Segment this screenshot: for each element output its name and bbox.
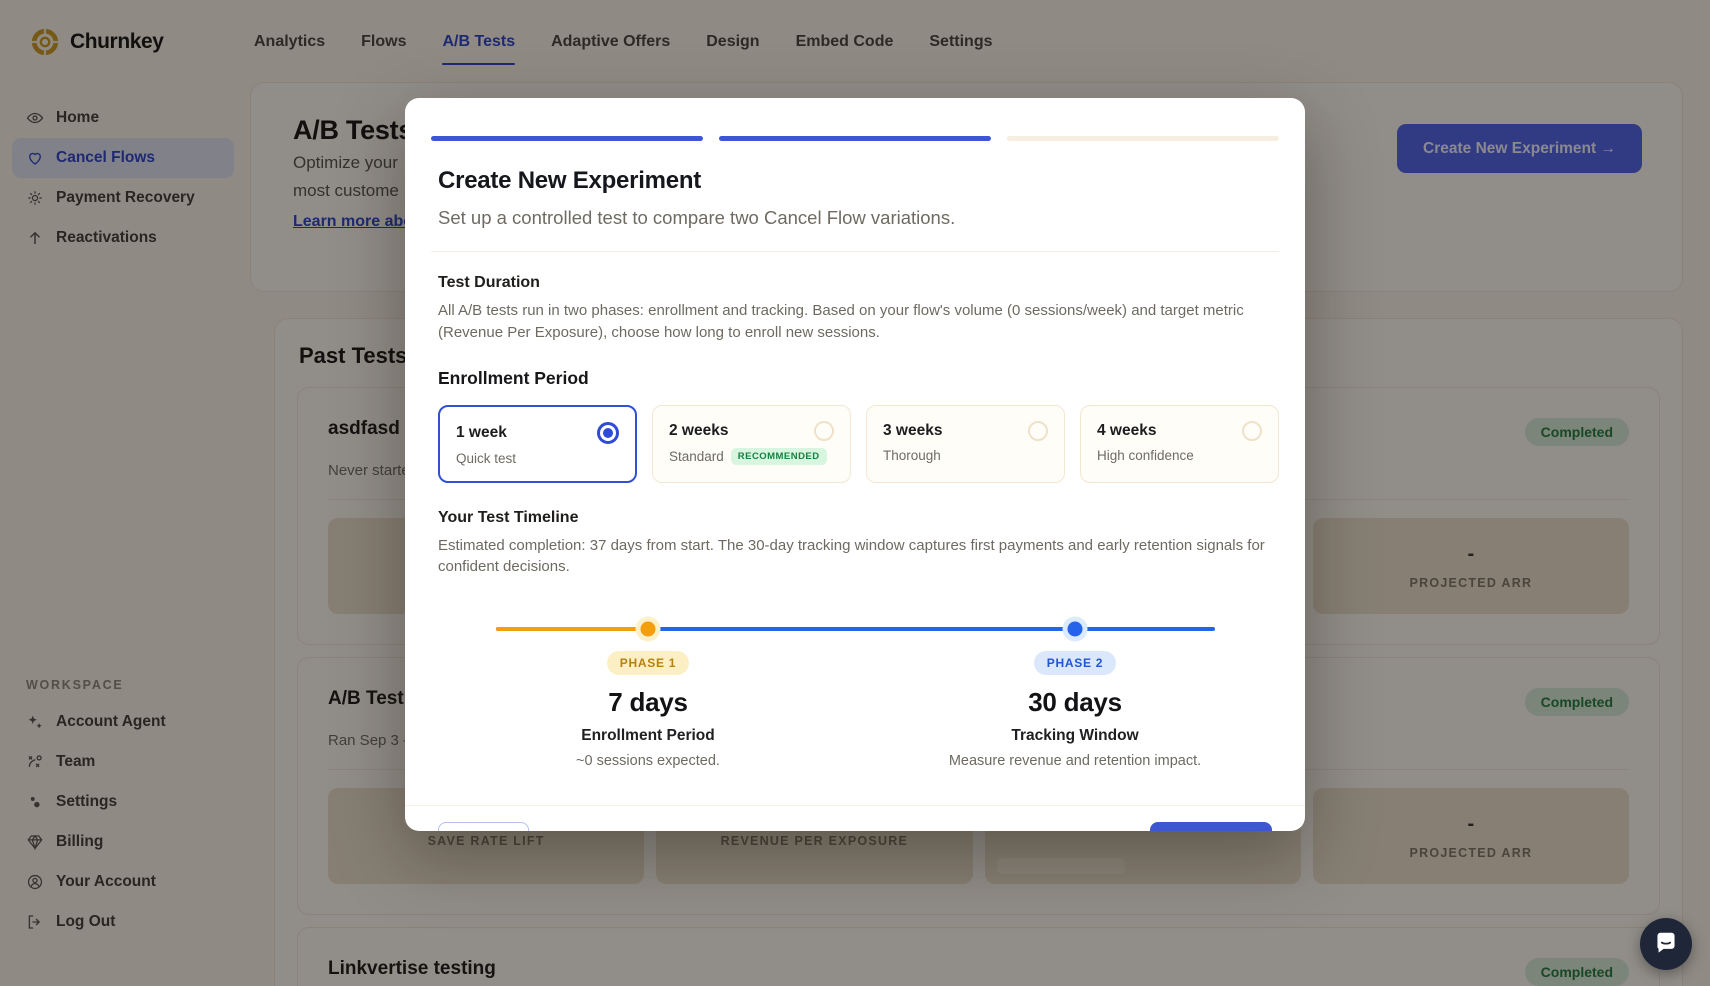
- phase-2-column: PHASE 2 30 days Tracking Window Measure rev…: [895, 651, 1255, 769]
- continue-button[interactable]: Continue →: [1150, 822, 1272, 831]
- enrollment-options: 1 week Quick test 2 weeks StandardRECOMMEND…: [438, 405, 1279, 483]
- modal-header: Create New Experiment Set up a controlle…: [405, 98, 1305, 252]
- phase-subtitle: ~0 sessions expected.: [468, 753, 828, 769]
- back-button[interactable]: ← Back: [438, 822, 529, 831]
- phase-1-column: PHASE 1 7 days Enrollment Period ~0 session…: [468, 651, 828, 769]
- option-header-row: 4 weeks: [1097, 421, 1262, 441]
- modal-body: Test Duration All A/B tests run in two p…: [405, 252, 1305, 805]
- progress-segment-3: [1007, 136, 1279, 141]
- phase-subtitle: Measure revenue and retention impact.: [895, 753, 1255, 769]
- option-header-row: 3 weeks: [883, 421, 1048, 441]
- radio-unselected-icon[interactable]: [1028, 421, 1048, 441]
- option-header-row: 2 weeks: [669, 421, 834, 441]
- progress-segment-2: [719, 136, 991, 141]
- test-duration-description: All A/B tests run in two phases: enrollm…: [438, 300, 1279, 344]
- timeline-line-enrollment-segment: [496, 627, 648, 631]
- radio-unselected-icon[interactable]: [1242, 421, 1262, 441]
- option-label: 2 weeks: [669, 422, 728, 440]
- timeline-dot-phase-2: [1068, 622, 1083, 637]
- phase-duration: 7 days: [468, 687, 828, 718]
- timeline-graphic: PHASE 1 7 days Enrollment Period ~0 session…: [438, 619, 1279, 805]
- phase-badge: PHASE 1: [607, 651, 689, 675]
- phase-badge: PHASE 2: [1034, 651, 1116, 675]
- option-label: 4 weeks: [1097, 422, 1156, 440]
- modal-subtitle: Set up a controlled test to compare two …: [431, 207, 1279, 229]
- option-sublabel: High confidence: [1097, 448, 1262, 463]
- recommended-badge: RECOMMENDED: [731, 448, 827, 465]
- test-duration-heading: Test Duration: [438, 274, 1279, 292]
- timeline-description: Estimated completion: 37 days from start…: [438, 535, 1279, 578]
- radio-unselected-icon[interactable]: [814, 421, 834, 441]
- enrollment-option-1-week[interactable]: 1 week Quick test: [438, 405, 637, 483]
- option-header-row: 1 week: [456, 422, 619, 444]
- progress-segment-1: [431, 136, 703, 141]
- timeline-dot-phase-1: [641, 622, 656, 637]
- modal-footer: ← Back Continue →: [405, 805, 1305, 831]
- enrollment-option-2-weeks[interactable]: 2 weeks StandardRECOMMENDED: [652, 405, 851, 483]
- timeline-heading: Your Test Timeline: [438, 509, 1279, 527]
- phase-title: Tracking Window: [895, 727, 1255, 745]
- radio-selected-icon[interactable]: [597, 422, 619, 444]
- option-label: 1 week: [456, 424, 507, 442]
- wizard-progress: [431, 136, 1279, 141]
- chat-launcher-button[interactable]: [1640, 918, 1692, 970]
- create-experiment-modal: Create New Experiment Set up a controlle…: [405, 98, 1305, 831]
- enrollment-option-3-weeks[interactable]: 3 weeks Thorough: [866, 405, 1065, 483]
- option-sublabel: Quick test: [456, 451, 619, 466]
- enrollment-option-4-weeks[interactable]: 4 weeks High confidence: [1080, 405, 1279, 483]
- enrollment-period-heading: Enrollment Period: [438, 368, 1279, 389]
- option-sublabel: Thorough: [883, 448, 1048, 463]
- phase-duration: 30 days: [895, 687, 1255, 718]
- option-label: 3 weeks: [883, 422, 942, 440]
- phase-title: Enrollment Period: [468, 727, 828, 745]
- modal-title: Create New Experiment: [431, 167, 1279, 195]
- chat-bubble-icon: [1653, 929, 1679, 960]
- option-sublabel: StandardRECOMMENDED: [669, 448, 834, 465]
